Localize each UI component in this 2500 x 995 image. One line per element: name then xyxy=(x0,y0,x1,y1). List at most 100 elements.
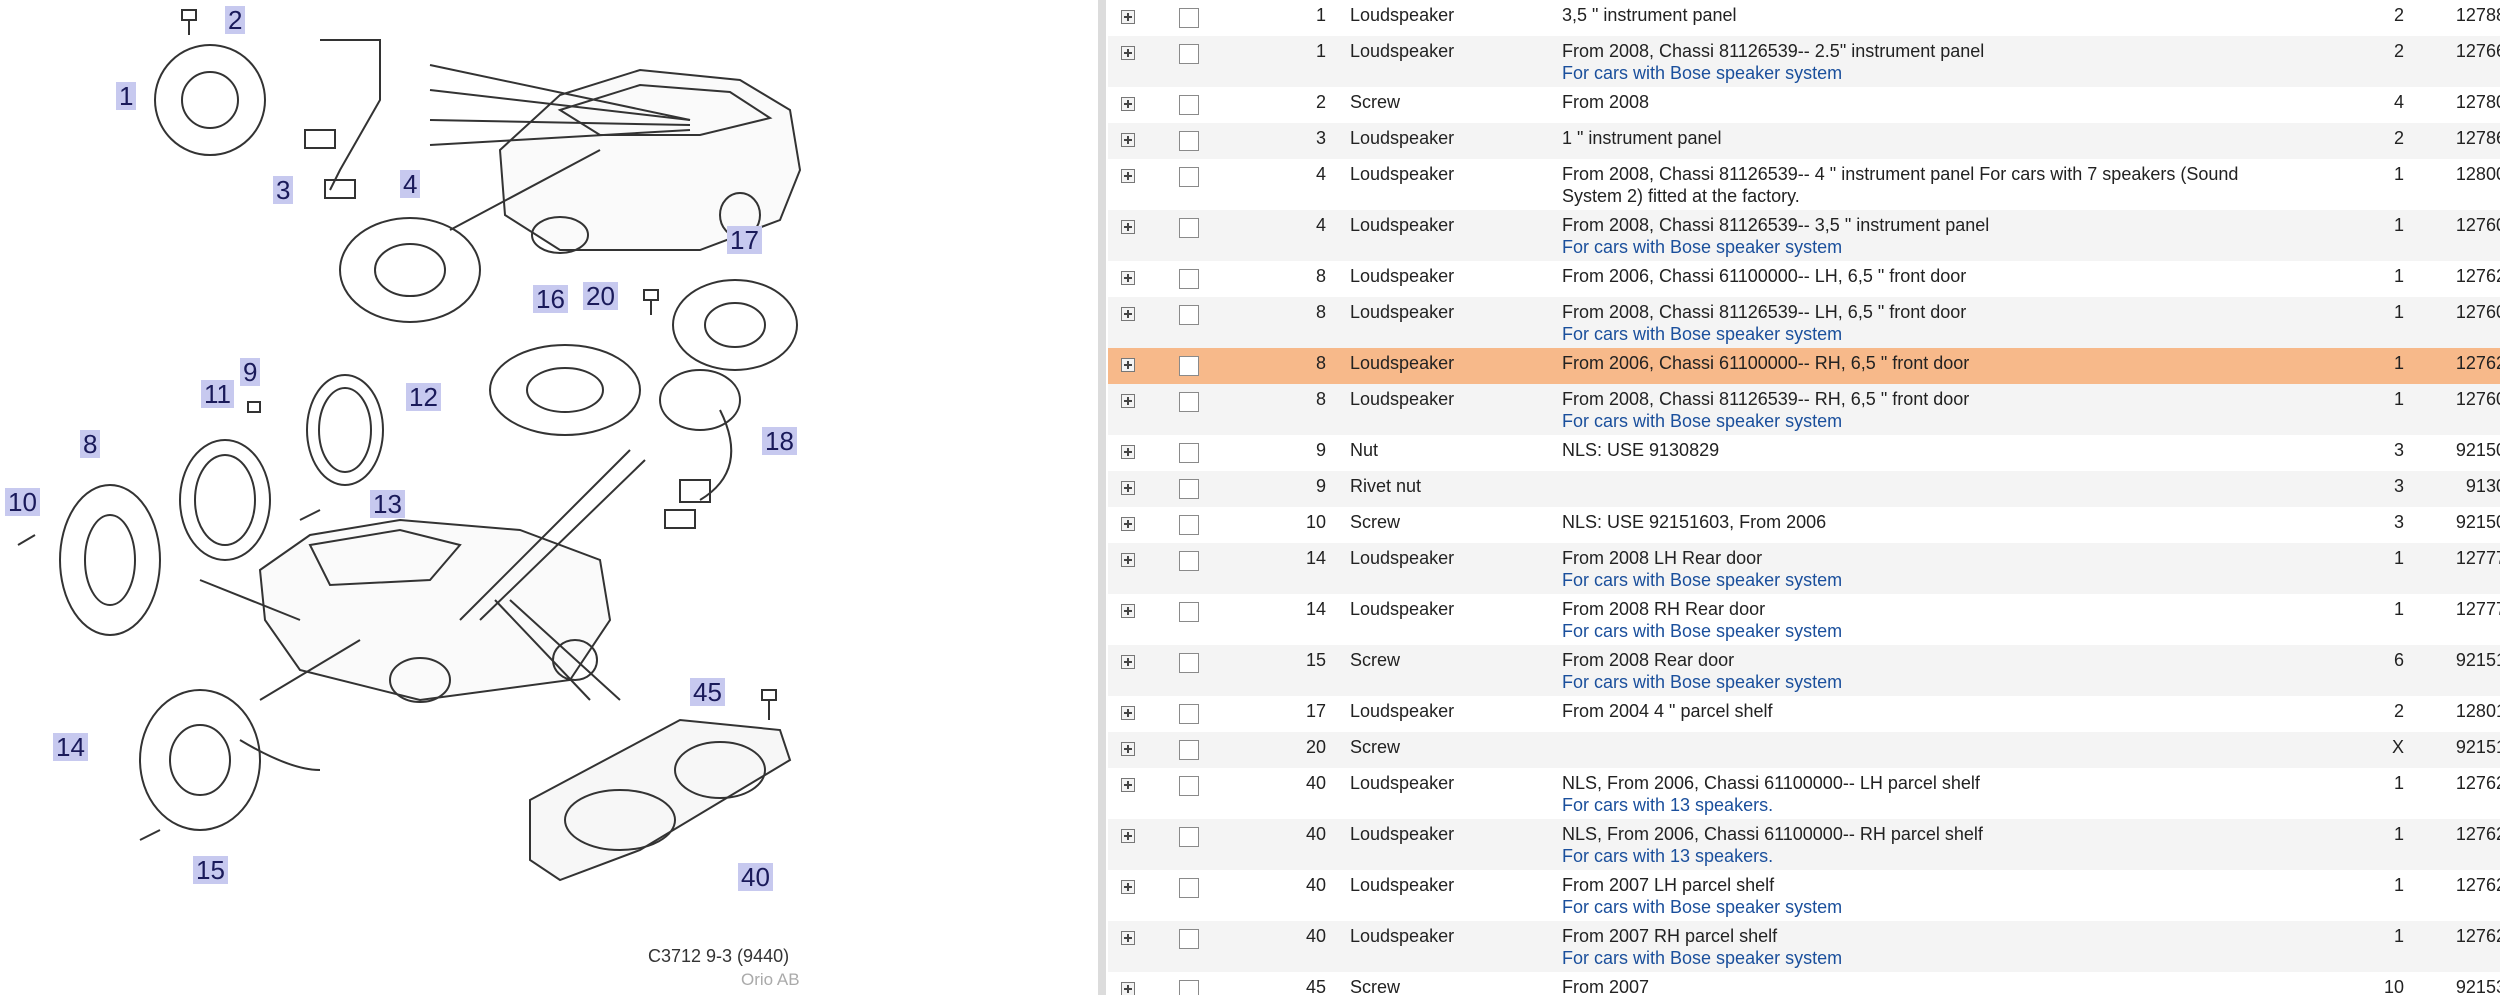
callout-14: 14 xyxy=(53,733,88,761)
row-checkbox[interactable] xyxy=(1179,929,1199,949)
expand-icon[interactable] xyxy=(1121,778,1135,792)
parts-row[interactable]: 40 Loudspeaker NLS, From 2006, Chassi 6110… xyxy=(1108,819,2500,870)
row-checkbox[interactable] xyxy=(1179,653,1199,673)
parts-row[interactable]: 14 Loudspeaker From 2008 LH Rear door For c… xyxy=(1108,543,2500,594)
expand-icon[interactable] xyxy=(1121,880,1135,894)
expand-icon[interactable] xyxy=(1121,394,1135,408)
expand-icon[interactable] xyxy=(1121,10,1135,24)
row-checkbox[interactable] xyxy=(1179,878,1199,898)
parts-row[interactable]: 10 Screw NLS: USE 92151603, From 2006 3 9215… xyxy=(1108,507,2500,543)
callout-9: 9 xyxy=(240,358,261,386)
checkbox-cell xyxy=(1148,696,1230,732)
row-checkbox[interactable] xyxy=(1179,392,1199,412)
parts-row[interactable]: 45 Screw From 2007 10 92153222 xyxy=(1108,972,2500,995)
parts-row[interactable]: 8 Loudspeaker From 2008, Chassi 81126539--… xyxy=(1108,384,2500,435)
parts-row[interactable]: 40 Loudspeaker From 2007 RH parcel shelf Fo… xyxy=(1108,921,2500,972)
parts-row[interactable]: 40 Loudspeaker From 2007 LH parcel shelf Fo… xyxy=(1108,870,2500,921)
expand-icon[interactable] xyxy=(1121,517,1135,531)
expand-icon[interactable] xyxy=(1121,553,1135,567)
diagram-copyright: Orio AB xyxy=(741,970,800,989)
row-checkbox[interactable] xyxy=(1179,95,1199,115)
part-number: 12762494 xyxy=(2455,353,2500,373)
expand-icon[interactable] xyxy=(1121,982,1135,995)
expand-icon[interactable] xyxy=(1121,604,1135,618)
row-checkbox[interactable] xyxy=(1179,356,1199,376)
row-checkbox[interactable] xyxy=(1179,305,1199,325)
expand-cell xyxy=(1108,87,1148,123)
parts-row[interactable]: 8 Loudspeaker From 2006, Chassi 61100000--… xyxy=(1108,348,2500,384)
parts-row[interactable]: 17 Loudspeaker From 2004 4 " parcel shelf 2… xyxy=(1108,696,2500,732)
quantity: 1 xyxy=(2393,389,2404,409)
part-note: For cars with 13 speakers. xyxy=(1562,795,1774,815)
row-checkbox[interactable] xyxy=(1179,44,1199,64)
row-checkbox[interactable] xyxy=(1179,167,1199,187)
row-checkbox[interactable] xyxy=(1179,602,1199,622)
quantity: 2 xyxy=(2393,41,2404,61)
row-checkbox[interactable] xyxy=(1179,443,1199,463)
position-number: 14 xyxy=(1305,599,1326,619)
row-checkbox[interactable] xyxy=(1179,980,1199,995)
parts-row[interactable]: 1 Loudspeaker From 2008, Chassi 81126539--… xyxy=(1108,36,2500,87)
part-number: 92151596 xyxy=(2455,737,2500,757)
part-number: 92150375 xyxy=(2455,440,2500,460)
expand-icon[interactable] xyxy=(1121,829,1135,843)
parts-row[interactable]: 3 Loudspeaker 1 " instrument panel 2 1278660… xyxy=(1108,123,2500,159)
quantity: 1 xyxy=(2393,215,2404,235)
expand-icon[interactable] xyxy=(1121,742,1135,756)
expand-icon[interactable] xyxy=(1121,220,1135,234)
parts-row[interactable]: 8 Loudspeaker From 2006, Chassi 61100000--… xyxy=(1108,261,2500,297)
parts-row[interactable]: 8 Loudspeaker From 2008, Chassi 81126539--… xyxy=(1108,297,2500,348)
checkbox-cell xyxy=(1148,921,1230,972)
parts-list: 1 Loudspeaker 3,5 " instrument panel 2 12788… xyxy=(1108,0,2500,995)
parts-row[interactable]: 2 Screw From 2008 4 12780283 xyxy=(1108,87,2500,123)
position-number: 40 xyxy=(1305,824,1326,844)
parts-row[interactable]: 9 Nut NLS: USE 9130829 3 92150375 xyxy=(1108,435,2500,471)
row-checkbox[interactable] xyxy=(1179,740,1199,760)
expand-cell xyxy=(1108,261,1148,297)
part-number: 12766126 xyxy=(2455,41,2500,61)
part-name: Loudspeaker xyxy=(1350,41,1455,61)
parts-row[interactable]: 40 Loudspeaker NLS, From 2006, Chassi 6110… xyxy=(1108,768,2500,819)
pane-divider[interactable] xyxy=(1098,0,1106,995)
callout-12: 12 xyxy=(406,383,441,411)
part-description: 3,5 " instrument panel xyxy=(1562,5,1737,25)
expand-icon[interactable] xyxy=(1121,133,1135,147)
part-number: 12762486 xyxy=(2455,824,2500,844)
row-checkbox[interactable] xyxy=(1179,827,1199,847)
row-checkbox[interactable] xyxy=(1179,704,1199,724)
part-number: 12760154 xyxy=(2455,215,2500,235)
parts-row[interactable]: 14 Loudspeaker From 2008 RH Rear door For c… xyxy=(1108,594,2500,645)
parts-row[interactable]: 20 Screw X 92151596 xyxy=(1108,732,2500,768)
part-name: Loudspeaker xyxy=(1350,875,1455,895)
expand-icon[interactable] xyxy=(1121,655,1135,669)
expand-icon[interactable] xyxy=(1121,358,1135,372)
row-checkbox[interactable] xyxy=(1179,131,1199,151)
expand-icon[interactable] xyxy=(1121,931,1135,945)
part-description: From 2007 xyxy=(1562,977,1650,995)
expand-icon[interactable] xyxy=(1121,307,1135,321)
row-checkbox[interactable] xyxy=(1179,515,1199,535)
expand-icon[interactable] xyxy=(1121,97,1135,111)
position-number: 8 xyxy=(1315,389,1326,409)
expand-icon[interactable] xyxy=(1121,706,1135,720)
parts-row[interactable]: 1 Loudspeaker 3,5 " instrument panel 2 12788… xyxy=(1108,0,2500,36)
row-checkbox[interactable] xyxy=(1179,218,1199,238)
row-checkbox[interactable] xyxy=(1179,776,1199,796)
row-checkbox[interactable] xyxy=(1179,479,1199,499)
row-checkbox[interactable] xyxy=(1179,551,1199,571)
parts-row[interactable]: 9 Rivet nut 3 9130829 xyxy=(1108,471,2500,507)
expand-icon[interactable] xyxy=(1121,271,1135,285)
expand-icon[interactable] xyxy=(1121,481,1135,495)
row-checkbox[interactable] xyxy=(1179,8,1199,28)
expand-cell xyxy=(1108,819,1148,870)
checkbox-cell xyxy=(1148,870,1230,921)
expand-icon[interactable] xyxy=(1121,46,1135,60)
parts-row[interactable]: 15 Screw From 2008 Rear door For cars with … xyxy=(1108,645,2500,696)
expand-icon[interactable] xyxy=(1121,445,1135,459)
expand-icon[interactable] xyxy=(1121,169,1135,183)
part-description: From 2007 LH parcel shelf xyxy=(1562,875,1775,895)
parts-row[interactable]: 4 Loudspeaker From 2008, Chassi 81126539--… xyxy=(1108,210,2500,261)
parts-row[interactable]: 4 Loudspeaker From 2008, Chassi 81126539--… xyxy=(1108,159,2500,210)
row-checkbox[interactable] xyxy=(1179,269,1199,289)
callout-3: 3 xyxy=(273,176,294,204)
